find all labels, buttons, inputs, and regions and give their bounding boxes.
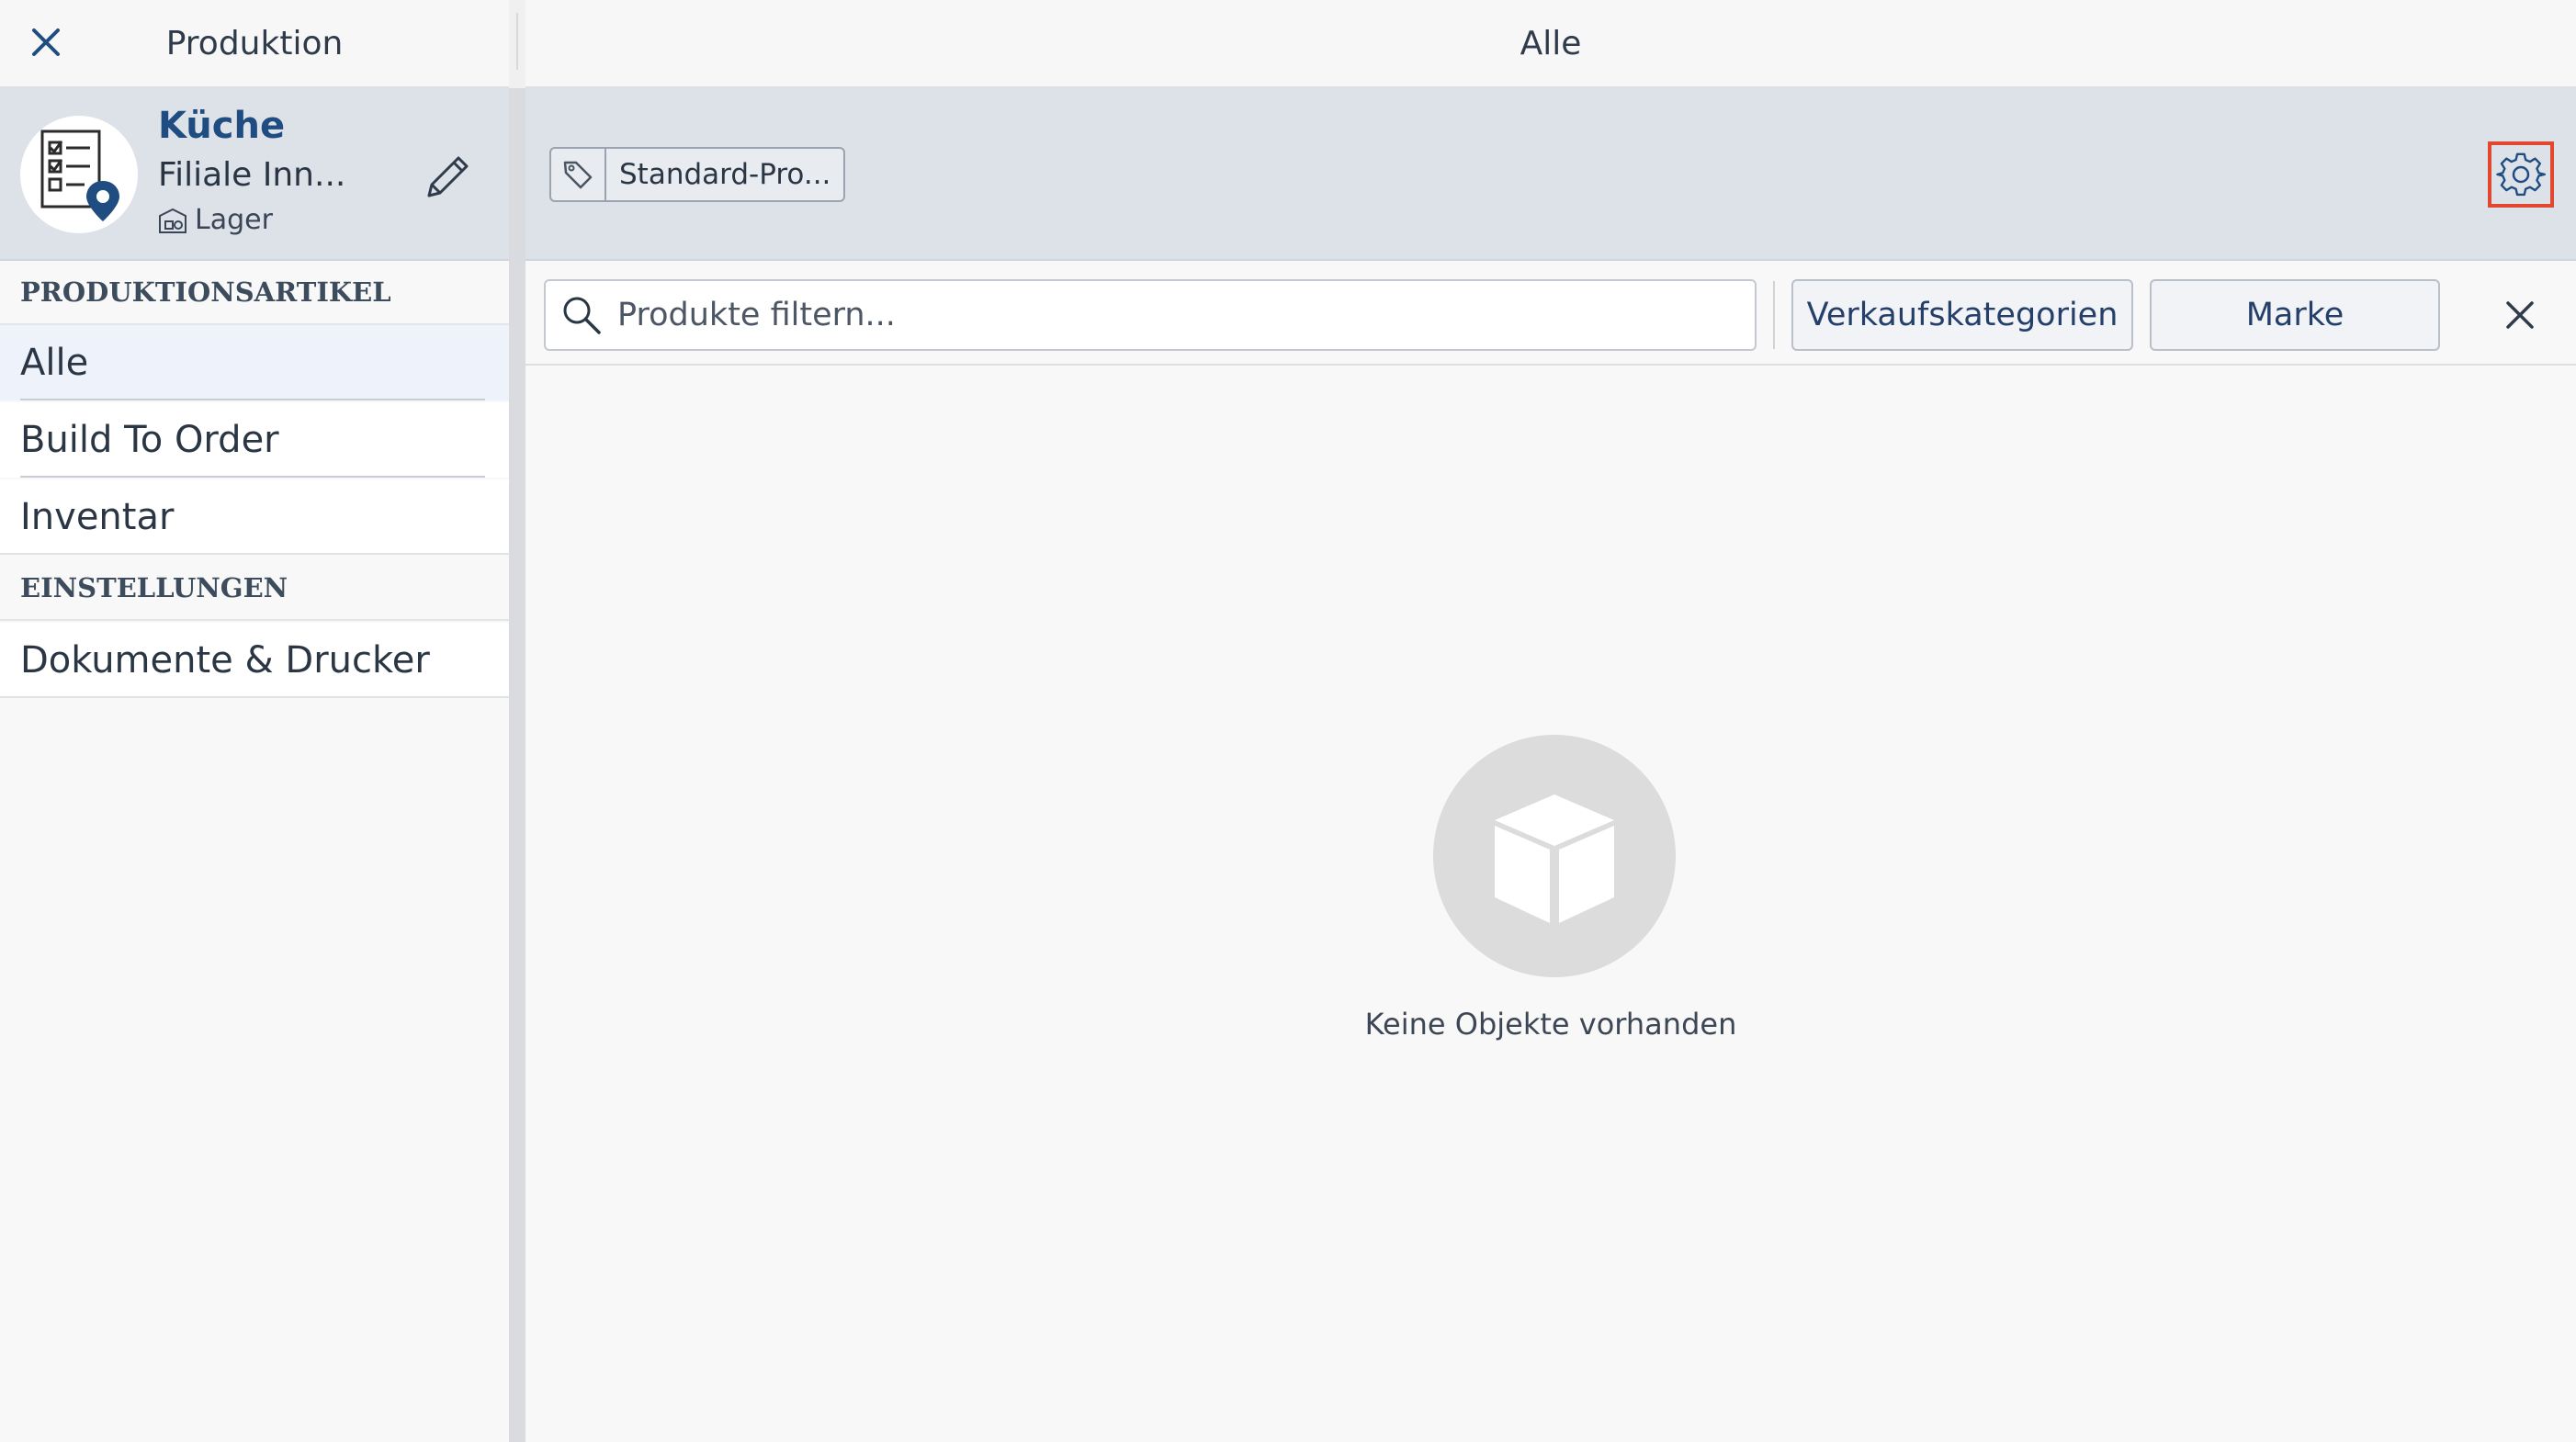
location-card[interactable]: Küche Filiale Inn... Lager [0, 88, 509, 261]
empty-state-message: Keine Objekte vorhanden [1364, 1007, 1737, 1042]
location-type-label: Lager [195, 204, 273, 236]
checklist-location-icon [20, 116, 138, 233]
location-branch: Filiale Inn... [158, 156, 346, 194]
location-type: Lager [158, 204, 273, 236]
pencil-icon [427, 156, 469, 197]
sidebar-item-inventar[interactable]: Inventar [0, 479, 509, 555]
warehouse-icon [159, 208, 186, 233]
search-icon [563, 297, 601, 334]
divider [0, 696, 509, 698]
sidebar-item-label: Dokumente & Drucker [20, 639, 430, 682]
sidebar-item-alle[interactable]: Alle [0, 325, 509, 400]
sales-category-filter-button[interactable]: Verkaufskategorien [1791, 279, 2133, 351]
settings-button[interactable] [2488, 141, 2554, 208]
sidebar-title: Produktion [165, 24, 344, 62]
clear-filters-button[interactable] [2488, 283, 2552, 347]
sidebar-item-build-to-order[interactable]: Build To Order [0, 402, 509, 478]
panel-splitter-top [509, 0, 525, 88]
search-input[interactable] [617, 285, 1738, 345]
divider [20, 399, 485, 400]
brand-filter-button[interactable]: Marke [2150, 279, 2440, 351]
price-list-chip[interactable]: Standard-Pro... [549, 147, 846, 202]
divider [0, 553, 509, 555]
sidebar-item-label: Build To Order [20, 419, 279, 461]
panel-splitter[interactable] [509, 0, 525, 1442]
box-icon [1433, 735, 1676, 977]
search-box[interactable] [544, 279, 1757, 351]
sidebar-item-label: Alle [20, 342, 89, 384]
divider [20, 476, 485, 478]
gear-icon [2496, 152, 2546, 197]
tag-icon [551, 149, 606, 200]
close-icon [2506, 301, 2534, 329]
section-header-produktionsartikel: PRODUKTIONSARTIKEL [0, 261, 509, 325]
price-list-chip-label: Standard-Pro... [619, 158, 831, 191]
main-panel: Alle Standard-Pro... Produkte filtern...… [525, 0, 2576, 1442]
page-title: Alle [525, 0, 2576, 88]
section-header-einstellungen: EINSTELLUNGEN [0, 557, 509, 621]
divider [1773, 281, 1775, 349]
sidebar-item-dokumente-drucker[interactable]: Dokumente & Drucker [0, 623, 509, 698]
close-button[interactable] [20, 17, 72, 68]
filter-bar: Verkaufskategorien Marke [525, 261, 2576, 366]
close-icon [32, 28, 60, 56]
location-name: Küche [158, 105, 286, 147]
toolbar: Standard-Pro... [525, 88, 2576, 261]
edit-location-button[interactable] [415, 143, 481, 209]
sidebar-header: Produktion [0, 0, 509, 88]
sidebar: Produktion Küche Filiale Inn... Lager PR… [0, 0, 509, 1442]
sidebar-item-label: Inventar [20, 496, 175, 538]
